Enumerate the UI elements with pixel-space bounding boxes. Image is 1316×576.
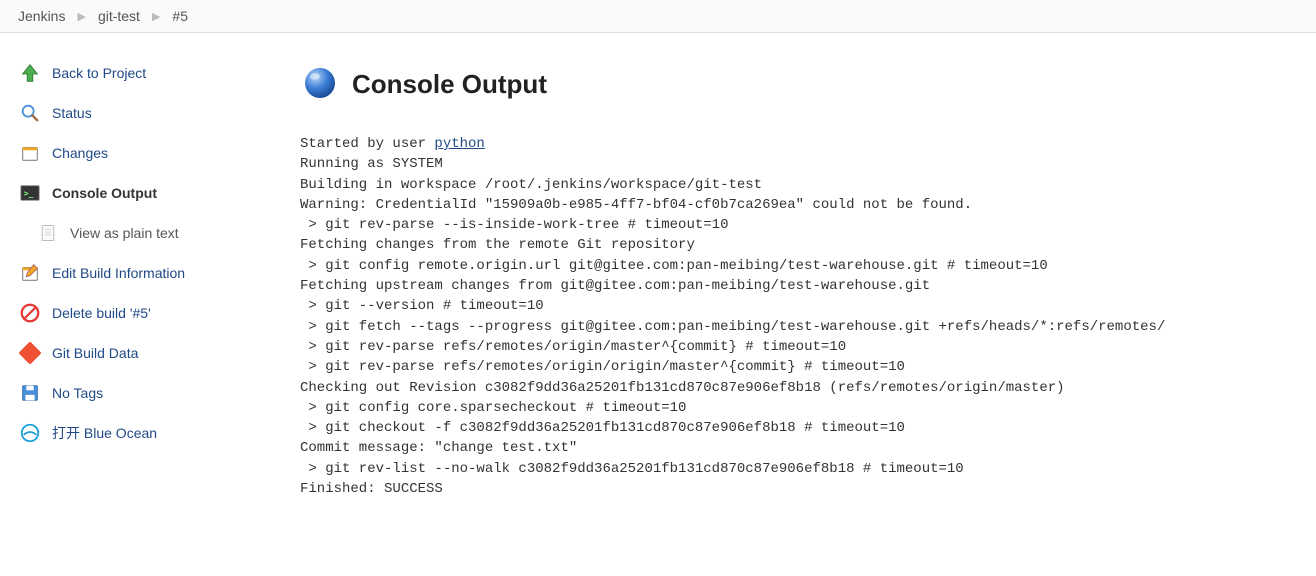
sidebar-item-label: View as plain text bbox=[70, 225, 179, 241]
svg-text:>_: >_ bbox=[24, 188, 34, 198]
magnifier-icon bbox=[18, 101, 42, 125]
page-title: Console Output bbox=[352, 69, 547, 100]
breadcrumb: Jenkins ▶ git-test ▶ #5 bbox=[0, 0, 1316, 33]
breadcrumb-item-jenkins[interactable]: Jenkins bbox=[18, 8, 65, 24]
prohibit-icon bbox=[18, 301, 42, 325]
console-user-link[interactable]: python bbox=[434, 136, 484, 152]
up-arrow-icon bbox=[18, 61, 42, 85]
sidebar-item-plaintext[interactable]: View as plain text bbox=[18, 213, 290, 253]
sidebar-item-blueocean[interactable]: 打开 Blue Ocean bbox=[18, 413, 290, 453]
sidebar: Back to Project Status Changes >_ Consol… bbox=[0, 33, 300, 519]
save-icon bbox=[18, 381, 42, 405]
sidebar-item-label: Status bbox=[52, 105, 92, 121]
sidebar-item-label: Changes bbox=[52, 145, 108, 161]
sidebar-item-back[interactable]: Back to Project bbox=[18, 53, 290, 93]
document-icon bbox=[36, 221, 60, 245]
sidebar-item-label: Git Build Data bbox=[52, 345, 138, 361]
sidebar-item-console[interactable]: >_ Console Output bbox=[18, 173, 290, 213]
changes-icon bbox=[18, 141, 42, 165]
main-content: Console Output Started by user pythonRun… bbox=[300, 33, 1316, 519]
sidebar-item-delete[interactable]: Delete build '#5' bbox=[18, 293, 290, 333]
sidebar-item-label: No Tags bbox=[52, 385, 103, 401]
blueocean-icon bbox=[18, 421, 42, 445]
sidebar-item-status[interactable]: Status bbox=[18, 93, 290, 133]
breadcrumb-sep-icon: ▶ bbox=[152, 10, 160, 23]
breadcrumb-sep-icon: ▶ bbox=[77, 10, 85, 23]
sidebar-item-label: Edit Build Information bbox=[52, 265, 185, 281]
breadcrumb-item-job[interactable]: git-test bbox=[98, 8, 140, 24]
sidebar-item-label: Console Output bbox=[52, 185, 157, 201]
edit-icon bbox=[18, 261, 42, 285]
status-ball-icon bbox=[300, 63, 340, 106]
console-output: Started by user pythonRunning as SYSTEMB… bbox=[300, 134, 1296, 499]
sidebar-item-changes[interactable]: Changes bbox=[18, 133, 290, 173]
sidebar-item-label: Back to Project bbox=[52, 65, 146, 81]
sidebar-item-edit[interactable]: Edit Build Information bbox=[18, 253, 290, 293]
git-icon bbox=[18, 341, 42, 365]
sidebar-item-gitdata[interactable]: Git Build Data bbox=[18, 333, 290, 373]
sidebar-item-label: 打开 Blue Ocean bbox=[52, 423, 157, 443]
breadcrumb-item-build[interactable]: #5 bbox=[172, 8, 188, 24]
terminal-icon: >_ bbox=[18, 181, 42, 205]
sidebar-item-notags[interactable]: No Tags bbox=[18, 373, 290, 413]
sidebar-item-label: Delete build '#5' bbox=[52, 305, 151, 321]
